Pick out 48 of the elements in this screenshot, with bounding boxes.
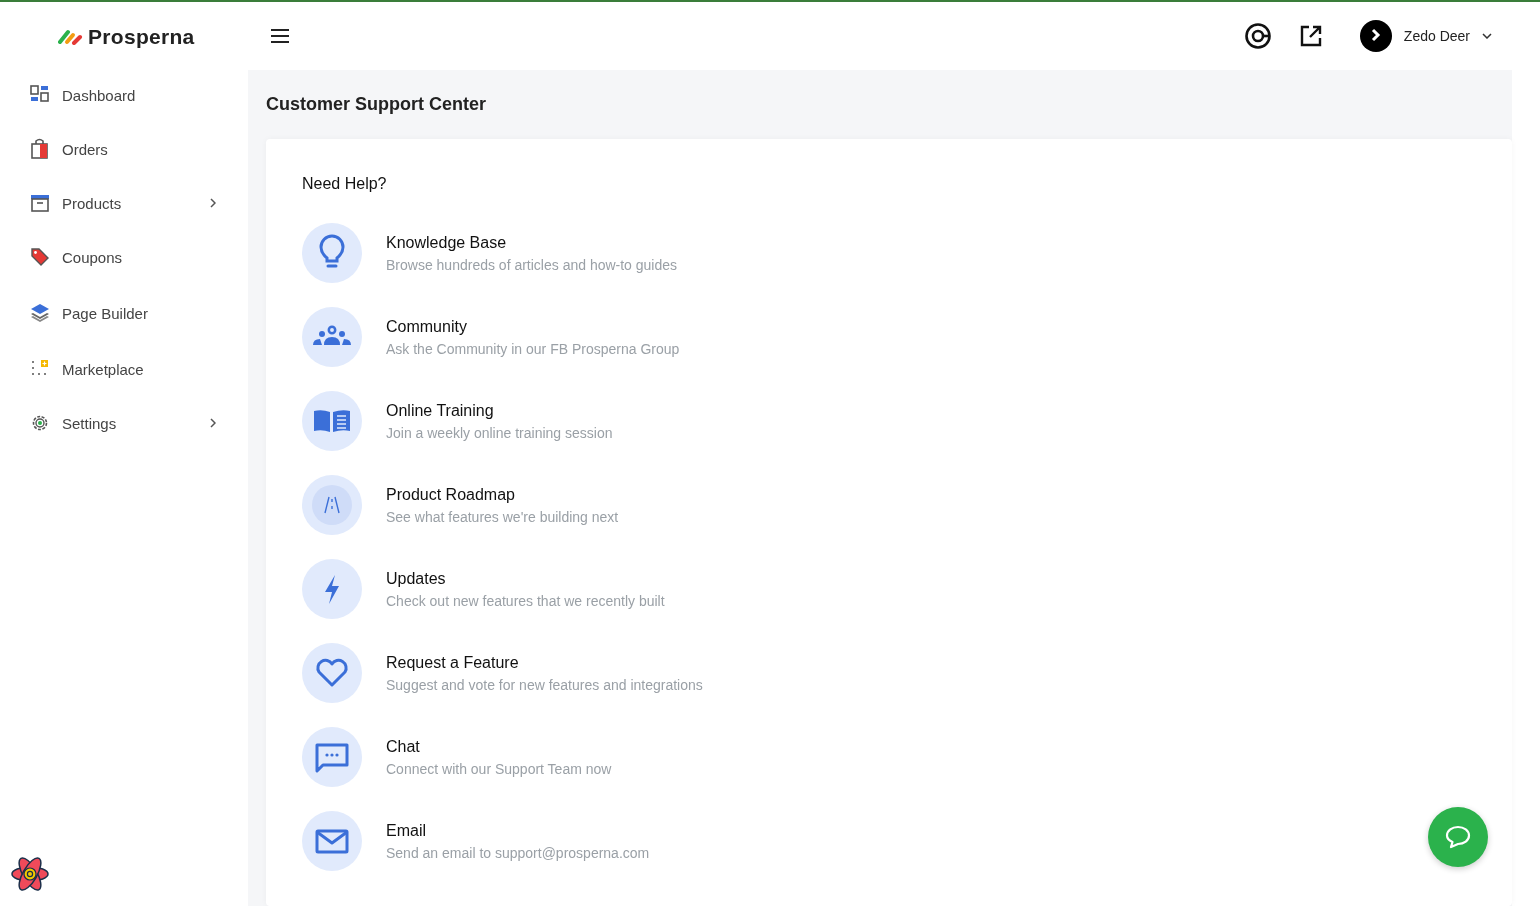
sidebar-item[interactable]: Dashboard xyxy=(0,68,248,122)
help-item-title[interactable]: Chat xyxy=(386,737,612,756)
sidebar-item[interactable]: Page Builder xyxy=(0,284,248,342)
avatar-icon xyxy=(1359,20,1392,52)
help-item-title[interactable]: Product Roadmap xyxy=(386,485,619,504)
sidebar-item[interactable]: Marketplace xyxy=(0,342,248,396)
section-heading: Need Help? xyxy=(302,175,388,193)
sidebar-item[interactable]: Orders xyxy=(0,122,248,176)
help-item-description: Connect with our Support Team now xyxy=(386,760,612,777)
help-item-title[interactable]: Online Training xyxy=(386,401,613,420)
help-item-description: Browse hundreds of articles and how-to guides xyxy=(386,256,678,273)
logo-icon xyxy=(58,29,84,45)
help-item-description: Send an email to support@prosperna.com xyxy=(386,844,650,861)
external-link-icon[interactable] xyxy=(1299,25,1322,47)
chat-bubble-icon xyxy=(1445,825,1471,849)
help-item-description: See what features we're building next xyxy=(386,508,619,525)
help-item-title[interactable]: Request a Feature xyxy=(386,653,703,672)
shopping-bag-icon xyxy=(30,138,50,160)
book-icon[interactable] xyxy=(302,391,362,451)
chevron-down-icon xyxy=(1482,33,1492,39)
help-item-title[interactable]: Community xyxy=(386,317,680,336)
brand-name: Prosperna xyxy=(88,25,195,49)
user-name: Zedo Deer xyxy=(1403,28,1470,44)
people-icon[interactable] xyxy=(302,307,362,367)
chat-icon[interactable] xyxy=(302,727,362,787)
help-item-description: Suggest and vote for new features and integrations xyxy=(386,676,703,693)
chevron-right-icon xyxy=(210,418,216,428)
mail-icon[interactable] xyxy=(302,811,362,871)
lightbulb-icon[interactable] xyxy=(302,223,362,283)
help-item-title[interactable]: Email xyxy=(386,821,650,840)
sidebar-item[interactable]: Products xyxy=(0,176,248,230)
user-menu[interactable]: Zedo Deer xyxy=(1359,20,1492,52)
menu-icon xyxy=(270,29,290,43)
sidebar-item[interactable]: Settings xyxy=(0,396,248,450)
tag-icon xyxy=(30,246,50,268)
chevron-right-icon xyxy=(210,198,216,208)
help-item-description: Check out new features that we recently built xyxy=(386,592,665,609)
help-item-title[interactable]: Knowledge Base xyxy=(386,233,678,252)
help-item-description: Join a weekly online training session xyxy=(386,424,613,441)
archive-box-icon xyxy=(30,192,50,214)
sidebar-item[interactable]: Coupons xyxy=(0,230,248,284)
page-title: Customer Support Center xyxy=(266,94,488,115)
target-icon[interactable] xyxy=(1243,22,1272,50)
layers-icon xyxy=(30,302,50,324)
lightning-icon[interactable] xyxy=(302,559,362,619)
help-item-title[interactable]: Updates xyxy=(386,569,665,588)
atom-icon[interactable] xyxy=(10,854,50,894)
help-item-description: Ask the Community in our FB Prosperna Group xyxy=(386,340,680,357)
